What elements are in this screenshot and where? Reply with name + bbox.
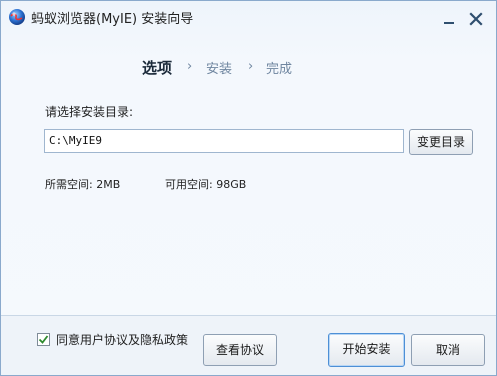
required-space-text: 所需空间: 2MB <box>45 178 121 191</box>
checkmark-icon <box>38 335 49 344</box>
available-space-text: 可用空间: 98GB <box>165 178 247 191</box>
cancel-button[interactable]: 取消 <box>411 334 485 366</box>
start-install-button[interactable]: 开始安装 <box>328 333 405 367</box>
agree-label: 同意用户协议及隐私政策 <box>56 333 189 347</box>
installer-window: 蚂蚁浏览器(MyIE) 安装向导 选项 › 安装 › 完成 请选择安装目录: C… <box>0 0 497 376</box>
change-dir-button[interactable]: 变更目录 <box>409 129 473 155</box>
title-bar[interactable]: 蚂蚁浏览器(MyIE) 安装向导 <box>1 1 496 35</box>
close-icon[interactable] <box>466 9 486 29</box>
step-options: 选项 <box>142 59 173 77</box>
window-title: 蚂蚁浏览器(MyIE) 安装向导 <box>31 12 194 27</box>
step-separator: › <box>248 59 254 74</box>
step-separator: › <box>187 59 193 74</box>
install-path-input[interactable]: C:\MyIE9 <box>44 129 404 153</box>
install-dir-label: 请选择安装目录: <box>45 105 134 119</box>
view-agreement-button[interactable]: 查看协议 <box>203 334 277 366</box>
agree-checkbox[interactable]: 同意用户协议及隐私政策 <box>37 331 188 348</box>
checkbox-box[interactable] <box>37 333 50 346</box>
globe-icon <box>8 8 26 26</box>
step-indicator: 选项 › 安装 › 完成 <box>1 57 496 79</box>
minimize-icon[interactable] <box>439 9 459 29</box>
step-finish: 完成 <box>266 62 293 77</box>
step-install: 安装 <box>206 62 233 77</box>
